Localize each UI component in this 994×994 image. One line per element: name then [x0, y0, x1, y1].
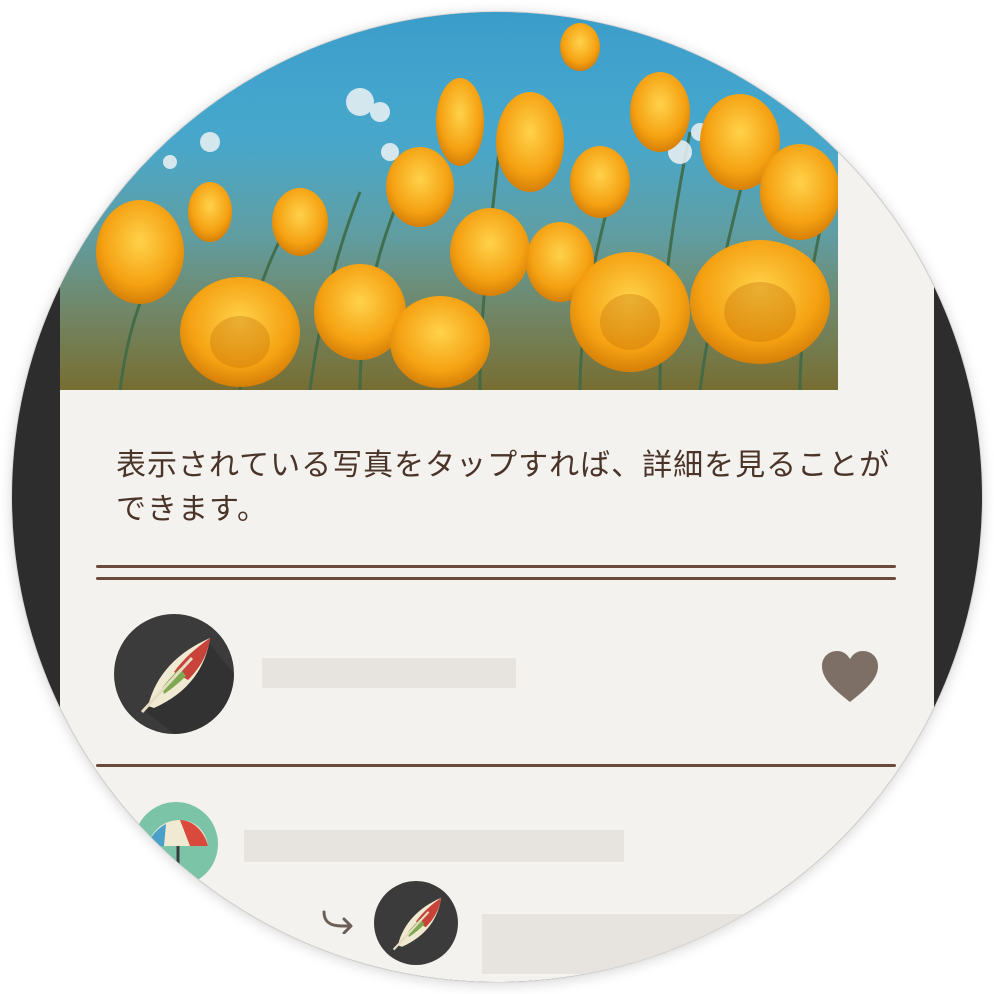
reply-avatar[interactable]	[374, 881, 458, 965]
post-description: 表示されている写真をタップすれば、詳細を見ることができます。	[116, 448, 891, 527]
post-photo[interactable]	[60, 12, 838, 390]
reply-text-placeholder	[482, 914, 812, 974]
feather-avatar-icon	[392, 897, 442, 951]
feather-avatar-icon	[140, 638, 234, 734]
commenter-avatar[interactable]	[134, 802, 218, 886]
heart-icon[interactable]	[820, 650, 880, 704]
divider-bottom	[96, 764, 896, 767]
divider-top	[96, 565, 896, 568]
umbrella-avatar-icon	[148, 820, 208, 872]
comment-text-placeholder	[244, 830, 624, 862]
author-name-placeholder	[262, 658, 516, 688]
reply-arrow-icon	[322, 910, 353, 934]
divider-top-second	[96, 577, 896, 580]
author-avatar[interactable]	[114, 614, 234, 734]
round-screen: 表示されている写真をタップすれば、詳細を見ることができます。	[12, 12, 982, 982]
